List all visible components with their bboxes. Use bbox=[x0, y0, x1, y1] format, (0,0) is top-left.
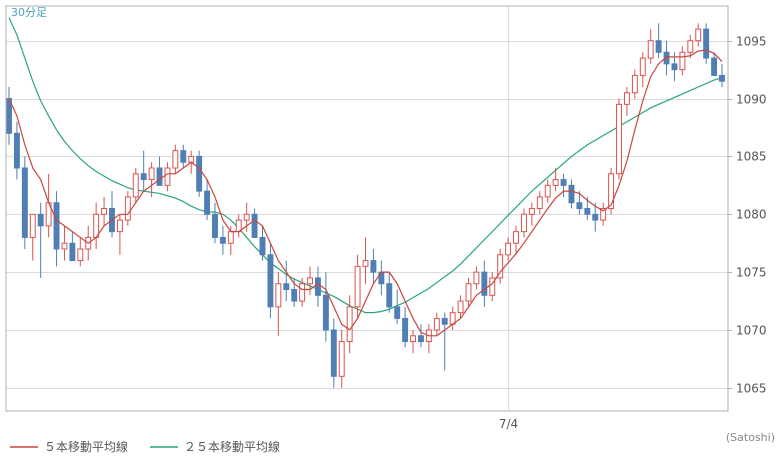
y-tick-label: 1075 bbox=[736, 266, 767, 280]
candle-body-up bbox=[346, 306, 353, 343]
candle-body-up bbox=[172, 150, 179, 169]
candle-body-down bbox=[330, 329, 337, 377]
candle-body-up bbox=[647, 40, 654, 59]
candle-body-down bbox=[13, 132, 20, 169]
candle-body-down bbox=[251, 213, 258, 238]
candle-body-up bbox=[639, 57, 646, 76]
candle-body-down bbox=[156, 167, 163, 186]
candle-body-down bbox=[69, 242, 76, 262]
candlestick-chart: 1065 1070 1075 1080 1085 1090 1095 7/47/5 30分足… bbox=[5, 5, 775, 454]
candle-body-down bbox=[219, 236, 226, 244]
candle-body-up bbox=[101, 208, 108, 215]
candle-body-up bbox=[77, 248, 84, 262]
x-tick-label: 7/4 bbox=[499, 417, 518, 431]
candle-body-down bbox=[481, 271, 488, 296]
candle-body-down bbox=[291, 289, 298, 302]
candle-body-up bbox=[520, 213, 527, 233]
candle-body-down bbox=[283, 283, 290, 291]
candle-body-down bbox=[568, 184, 575, 204]
chart-container: 1065 1070 1075 1080 1085 1090 1095 7/47/5 30分足… bbox=[0, 0, 784, 462]
candle-body-up bbox=[61, 242, 68, 250]
candle-body-down bbox=[140, 173, 147, 181]
candle-body-down bbox=[212, 213, 218, 238]
y-axis-ticks: 1065 1070 1075 1080 1085 1090 1095 bbox=[728, 35, 767, 396]
candle-body-up bbox=[631, 74, 638, 94]
candle-body-up bbox=[623, 92, 630, 105]
candle-body-up bbox=[227, 231, 234, 244]
candle-body-up bbox=[243, 213, 250, 221]
candle-body-down bbox=[441, 317, 448, 325]
candle-body-down bbox=[576, 202, 583, 209]
candle-body-up bbox=[29, 213, 36, 238]
candle-body-down bbox=[711, 57, 718, 76]
candle-body-down bbox=[655, 40, 662, 53]
y-tick-label: 1070 bbox=[736, 324, 767, 338]
candle-body-up bbox=[552, 179, 559, 186]
candle-body-up bbox=[513, 231, 519, 244]
candle-body-up bbox=[116, 219, 123, 233]
candle-body-up bbox=[679, 51, 686, 71]
candle-body-down bbox=[592, 213, 599, 221]
candle-body-down bbox=[267, 254, 274, 308]
candle-body-up bbox=[544, 184, 551, 198]
candle-body-down bbox=[584, 208, 591, 215]
legend: ５本移動平均線 ２５本移動平均線 bbox=[10, 439, 280, 454]
candle-body-down bbox=[37, 213, 44, 227]
candle-body-up bbox=[188, 155, 195, 163]
candle-body-down bbox=[703, 28, 710, 59]
candle-body-down bbox=[719, 74, 725, 82]
candle-body-down bbox=[196, 155, 203, 192]
y-tick-label: 1085 bbox=[736, 150, 767, 164]
candle-body-up bbox=[616, 103, 622, 175]
candle-body-down bbox=[386, 283, 393, 308]
candle-body-down bbox=[560, 179, 567, 186]
legend-label-ma5: ５本移動平均線 bbox=[44, 439, 128, 454]
candle-body-up bbox=[124, 196, 131, 221]
candle-body-down bbox=[402, 317, 409, 343]
y-tick-label: 1095 bbox=[736, 35, 767, 49]
candle-body-down bbox=[180, 150, 187, 163]
candle-body-up bbox=[505, 242, 512, 256]
candle-body-up bbox=[132, 173, 139, 198]
candle-body-up bbox=[299, 283, 306, 302]
candle-body-up bbox=[307, 277, 314, 285]
candle-body-up bbox=[536, 196, 543, 210]
candle-body-down bbox=[394, 306, 401, 319]
timeframe-label: 30分足 bbox=[11, 6, 47, 19]
candle-body-up bbox=[410, 335, 416, 343]
x-axis-ticks: 7/47/5 bbox=[499, 417, 518, 431]
legend-label-ma25: ２５本移動平均線 bbox=[184, 439, 280, 454]
candle-body-up bbox=[695, 28, 702, 42]
candle-body-down bbox=[322, 294, 329, 331]
y-tick-label: 1080 bbox=[736, 208, 767, 222]
candle-body-down bbox=[21, 167, 28, 238]
candle-body-down bbox=[417, 335, 424, 343]
candle-body-down bbox=[370, 260, 377, 273]
candle-body-down bbox=[315, 277, 321, 296]
candle-body-up bbox=[148, 167, 155, 181]
y-tick-label: 1065 bbox=[736, 382, 767, 396]
candle-body-up bbox=[457, 300, 464, 314]
candle-body-down bbox=[53, 202, 60, 250]
candle-body-up bbox=[465, 283, 472, 302]
candle-body-up bbox=[473, 271, 480, 285]
candle-body-up bbox=[275, 283, 282, 308]
candle-body-down bbox=[671, 63, 678, 71]
candle-body-up bbox=[338, 341, 345, 377]
candle-body-down bbox=[259, 236, 266, 256]
candle-body-up bbox=[433, 317, 440, 331]
candle-body-up bbox=[354, 265, 361, 308]
chart-credit: (Satoshi) bbox=[726, 431, 775, 444]
candle-body-up bbox=[687, 40, 694, 53]
candle-body-down bbox=[204, 190, 211, 215]
candle-body-up bbox=[164, 167, 171, 186]
candle-body-up bbox=[528, 208, 535, 215]
candle-body-up bbox=[608, 173, 615, 210]
candle-body-up bbox=[362, 260, 369, 267]
y-tick-label: 1090 bbox=[736, 93, 767, 107]
